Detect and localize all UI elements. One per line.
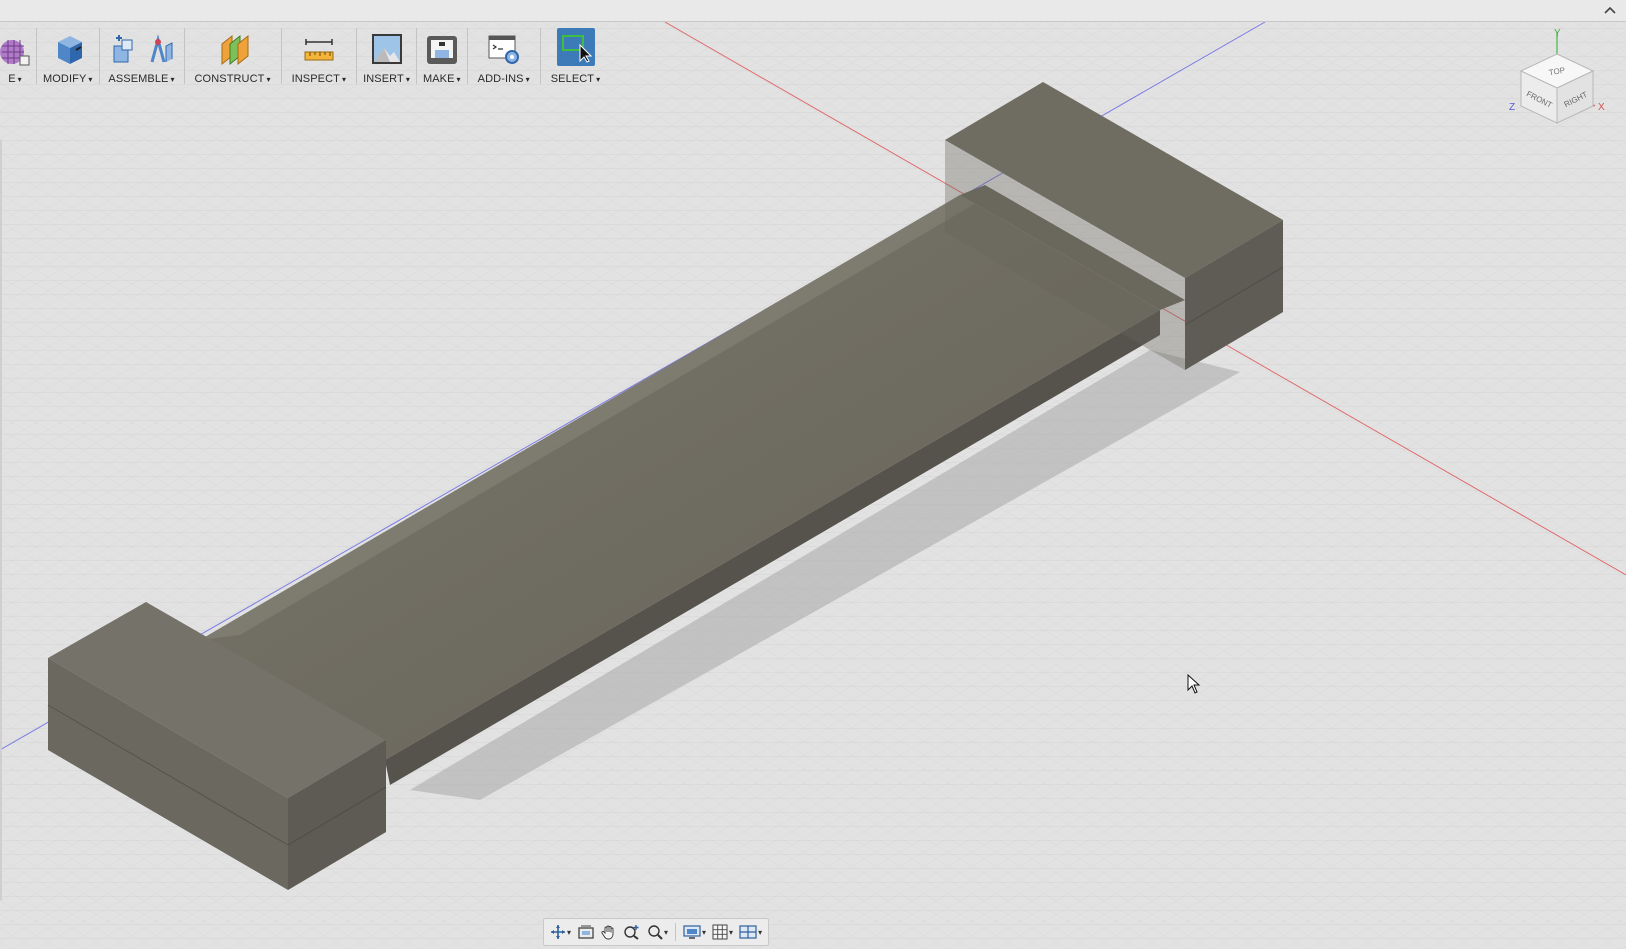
toolbar-insert[interactable]: INSERT <box>357 26 416 88</box>
make-3dprint-icon <box>425 26 459 66</box>
toolbar-make[interactable]: MAKE <box>417 26 467 88</box>
scripts-gear-icon <box>487 26 521 66</box>
chevron-down-icon: ▾ <box>664 927 669 937</box>
toolbar-assemble[interactable]: ASSEMBLE <box>100 26 184 88</box>
viewcube-axis-y-label: Y <box>1554 28 1561 39</box>
toolbar-select-label: SELECT <box>551 73 601 85</box>
toolbar-modify[interactable]: MODIFY <box>37 26 99 88</box>
toolbar-create-label: E <box>8 73 22 85</box>
grid-settings-icon <box>712 924 728 940</box>
grid-settings-button[interactable]: ▾ <box>710 921 735 943</box>
toolbar-construct-label: CONSTRUCT <box>195 73 271 85</box>
chevron-down-icon: ▾ <box>729 927 734 937</box>
look-at-icon <box>578 925 594 939</box>
chevron-down-icon: ▾ <box>567 927 572 937</box>
browser-panel-edge <box>0 140 2 900</box>
modify-box-icon <box>52 26 84 66</box>
assemble-icon <box>106 26 178 66</box>
viewports-button[interactable]: ▾ <box>737 921 764 943</box>
viewports-icon <box>739 925 757 939</box>
toolbar-select[interactable]: SELECT <box>541 26 611 88</box>
orbit-icon <box>551 925 565 939</box>
select-window-icon <box>556 28 595 66</box>
measure-icon <box>302 26 336 66</box>
zoom-icon <box>648 925 663 940</box>
insert-image-icon <box>370 26 404 66</box>
display-settings-button[interactable]: ▾ <box>681 921 708 943</box>
collapse-toolbar-button[interactable] <box>1602 2 1618 18</box>
model-canvas <box>0 22 1626 949</box>
zoom-window-icon <box>624 925 639 940</box>
pan-icon <box>601 925 614 940</box>
toolbar-addins-label: ADD-INS <box>478 73 530 85</box>
navbar-separator <box>675 923 677 941</box>
create-grid-icon <box>0 26 30 66</box>
toolbar-assemble-label: ASSEMBLE <box>108 73 174 85</box>
viewcube-axis-x-label: X <box>1598 102 1605 113</box>
orbit-button[interactable]: ▾ <box>548 921 573 943</box>
toolbar-modify-label: MODIFY <box>43 73 93 85</box>
title-bar <box>0 0 1626 22</box>
viewcube[interactable]: TOP FRONT RIGHT Y Z X <box>1505 26 1610 126</box>
toolbar-insert-label: INSERT <box>363 73 410 85</box>
toolbar-addins[interactable]: ADD-INS <box>468 26 540 88</box>
3d-viewport[interactable] <box>0 22 1626 949</box>
main-toolbar: E MODIFY ASSEMBLE <box>0 26 610 88</box>
toolbar-make-label: MAKE <box>423 73 461 85</box>
chevron-down-icon: ▾ <box>702 927 707 937</box>
toolbar-inspect[interactable]: INSPECT <box>282 26 357 88</box>
toolbar-inspect-label: INSPECT <box>292 73 347 85</box>
zoom-window-button[interactable] <box>621 921 643 943</box>
pan-button[interactable] <box>599 921 619 943</box>
display-settings-icon <box>683 925 701 939</box>
mouse-cursor-icon <box>1187 673 1201 699</box>
construct-plane-icon <box>216 26 250 66</box>
toolbar-create[interactable]: E <box>0 26 36 88</box>
viewcube-axis-z-label: Z <box>1509 102 1515 113</box>
zoom-button[interactable]: ▾ <box>645 921 670 943</box>
chevron-down-icon: ▾ <box>758 927 763 937</box>
look-at-button[interactable] <box>575 921 597 943</box>
navigation-bar: ▾ ▾ ▾ ▾ ▾ <box>543 918 770 946</box>
chevron-up-icon <box>1604 6 1616 14</box>
toolbar-construct[interactable]: CONSTRUCT <box>185 26 281 88</box>
